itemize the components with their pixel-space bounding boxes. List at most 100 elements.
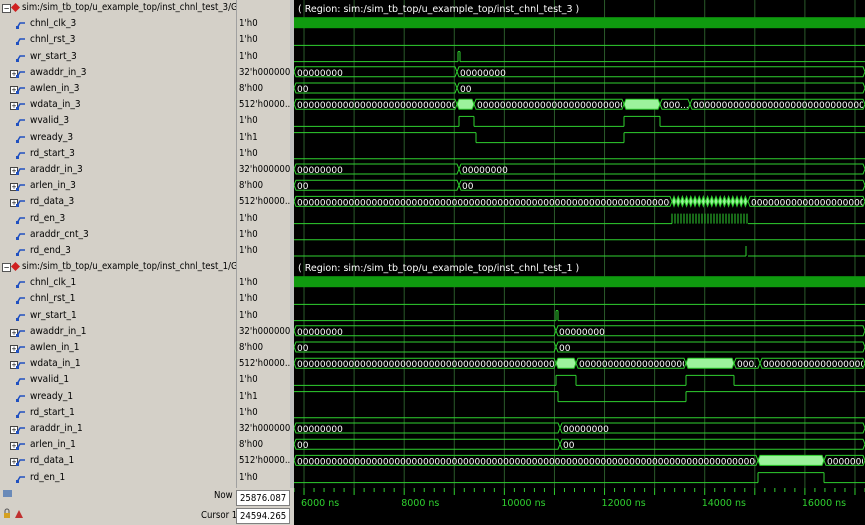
signal-row[interactable]: wvalid_1 [0,372,236,388]
bus-value-label: 00 [563,441,575,451]
signal-row[interactable]: rd_start_3 [0,146,236,162]
bus-value-label: 0000000000000000000000000000000000000000… [763,360,865,370]
signal-row[interactable]: wr_start_1 [0,308,236,324]
signal-row[interactable]: rd_start_1 [0,405,236,421]
signal-row[interactable]: + awaddr_in_1 [0,324,236,340]
bus-value-label: 00000000 [297,69,343,79]
bus-active-segment [757,454,825,466]
signal-icon [16,346,25,353]
bus-value-label: 00 [559,344,571,354]
signal-value: 1'h0 [239,309,258,321]
diamond-icon [11,3,20,12]
signal-row[interactable]: + rd_data_3 [0,194,236,210]
collapse-icon[interactable]: − [2,4,11,13]
signal-icon [16,168,25,175]
signal-row[interactable]: chnl_rst_3 [0,32,236,48]
signal-value: 8'h00 [239,180,264,192]
bus-active-segment [456,98,475,110]
signal-name: wr_start_1 [30,309,77,321]
signal-value: 1'h0 [239,147,258,159]
cursor-icons[interactable] [2,508,26,525]
bus-active-segment [734,195,740,208]
bus-active-segment [675,195,681,208]
signal-name: awlen_in_1 [30,342,80,353]
bus-segment: 00000000 [555,325,865,338]
signal-row[interactable]: + arlen_in_1 [0,437,236,453]
bus-segment: 0000000000000000000000000000000000000000… [759,357,865,370]
bus-active-segment [726,195,732,208]
signal-row[interactable]: wready_3 [0,130,236,146]
time-label: 12000 ns [602,498,646,509]
bus-value-label: 00000000 [297,425,343,435]
zoom-icons[interactable] [2,488,16,506]
signal-row[interactable]: + awlen_in_3 [0,81,236,97]
signal-value: 1'h0 [239,374,258,386]
bus-segment: 000... [733,357,761,370]
wave-window: − sim:/sim_tb_top/u_example_top/inst_chnl… [0,0,865,525]
signal-row[interactable]: wvalid_3 [0,113,236,129]
signal-icon [16,119,25,127]
signal-row[interactable]: chnl_rst_1 [0,291,236,307]
signal-row[interactable]: + wdata_in_1 [0,356,236,372]
signal-row[interactable]: araddr_cnt_3 [0,227,236,243]
signal-name: awlen_in_3 [30,83,80,94]
region-label: ( Region: sim:/sim_tb_top/u_example_top/… [298,263,579,274]
signal-row[interactable]: + araddr_in_3 [0,162,236,178]
zoom-icon[interactable] [2,488,16,500]
cursor-value[interactable]: 24594.265 ns [236,508,290,524]
signal-name: rd_start_3 [30,147,75,159]
bus-segment: 0000000000000000000000000000000000000000… [689,98,865,111]
signal-name: rd_end_3 [30,245,71,256]
signal-name: wready_3 [30,131,74,143]
bus-segment: 00 [294,438,561,451]
signal-name: wvalid_1 [30,374,70,386]
signal-row[interactable]: + awaddr_in_3 [0,65,236,81]
waveform-canvas[interactable]: ( Region: sim:/sim_tb_top/u_example_top/… [294,0,865,488]
clock-wave [294,18,865,29]
signal-row[interactable]: + awlen_in_1 [0,340,236,356]
group-header[interactable]: − sim:/sim_tb_top/u_example_top/inst_chnl… [0,0,236,16]
signal-value: 1'h0 [239,115,258,127]
signal-name: chnl_clk_1 [30,277,77,289]
bus-segment: 00000000 [294,163,460,176]
signal-row[interactable]: + arlen_in_3 [0,178,236,194]
bus-active-segment [685,357,735,369]
signal-row[interactable]: + rd_data_1 [0,453,236,469]
bus-value-label: 00 [297,182,309,192]
signal-name: wdata_in_3 [30,99,81,111]
signal-value: 1'h0 [239,228,258,240]
signal-row[interactable]: chnl_clk_3 [0,16,236,32]
signal-value: 512'h0000... [239,99,293,111]
collapse-icon[interactable]: − [2,263,11,272]
signal-name: rd_data_1 [30,455,75,467]
bus-value-label: 00 [460,85,472,95]
signal-value: 1'h0 [239,277,258,289]
signal-name: wready_1 [30,390,74,402]
bus-value-label: 00 [297,344,309,354]
signal-row[interactable]: rd_en_3 [0,211,236,227]
cursor-bar[interactable] [294,509,865,525]
bus-active-segment [721,195,727,208]
group-label: sim:/sim_tb_top/u_example_top/inst_chnl_… [22,261,236,272]
signal-row[interactable]: chnl_clk_1 [0,275,236,291]
bus-value-label: 0000000000000000000000000000000000000000… [693,101,865,111]
signal-row[interactable]: wr_start_3 [0,49,236,65]
signal-row[interactable]: + araddr_in_1 [0,421,236,437]
bus-value-label: 00 [297,441,309,451]
lock-icon[interactable] [2,508,26,520]
signal-row[interactable]: rd_en_1 [0,470,236,486]
bus-active-segment [713,195,719,208]
signal-icon [16,411,25,418]
bus-active-segment [684,195,690,208]
bus-active-segment [738,195,744,208]
signal-row[interactable]: wready_1 [0,389,236,405]
bus-segment: 00 [294,341,557,354]
bus-segment: 000... [659,98,691,111]
signal-row[interactable]: + wdata_in_3 [0,97,236,113]
signal-row[interactable]: rd_end_3 [0,243,236,259]
bus-active-segment [717,195,723,208]
bus-segment: 00000000 [294,422,561,435]
group-header[interactable]: − sim:/sim_tb_top/u_example_top/inst_chnl… [0,259,236,275]
signal-icon [16,216,25,224]
bus-value-label: 00000000 [460,69,506,79]
